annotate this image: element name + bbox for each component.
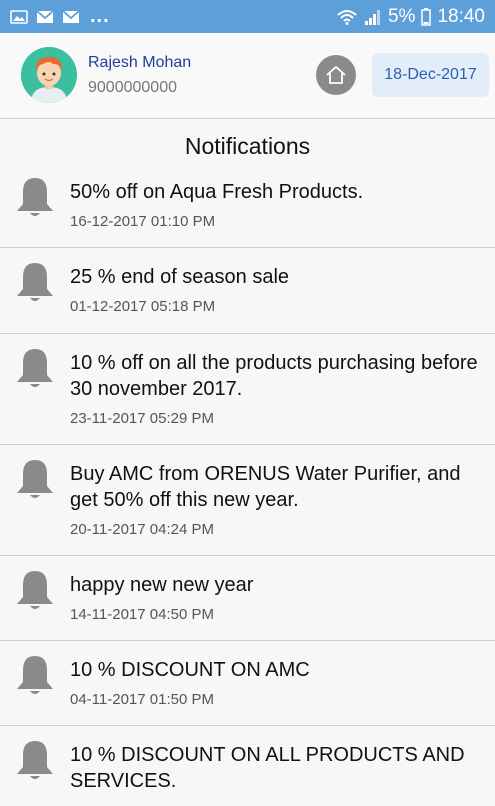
notification-item[interactable]: happy new new year 14-11-2017 04:50 PM <box>0 556 495 641</box>
notification-message: 10 % off on all the products purchasing … <box>70 352 478 400</box>
notification-list: 50% off on Aqua Fresh Products. 16-12-20… <box>0 163 495 806</box>
battery-icon <box>421 7 432 26</box>
notification-timestamp: 23-11-2017 05:29 PM <box>70 410 214 427</box>
bell-icon <box>17 571 53 609</box>
notification-item[interactable]: 25 % end of season sale 01-12-2017 05:18… <box>0 248 495 334</box>
notification-item[interactable]: 10 % DISCOUNT ON AMC 04-11-2017 01:50 PM <box>0 641 495 726</box>
notification-timestamp: 14-11-2017 04:50 PM <box>70 606 214 623</box>
image-icon <box>10 9 28 24</box>
wifi-icon <box>337 9 357 25</box>
mail-icon <box>36 9 54 23</box>
notification-timestamp: 04-11-2017 01:50 PM <box>70 691 214 708</box>
notification-item[interactable]: 50% off on Aqua Fresh Products. 16-12-20… <box>0 163 495 248</box>
more-notifications-indicator: ... <box>90 5 110 27</box>
notification-item[interactable]: Buy AMC from ORENUS Water Purifier, and … <box>0 445 495 556</box>
battery-percent: 5% <box>387 5 416 27</box>
notification-message: 25 % end of season sale <box>70 266 290 288</box>
signal-icon <box>364 9 380 25</box>
notification-message: 50% off on Aqua Fresh Products. <box>70 181 364 203</box>
notification-timestamp: 16-12-2017 01:10 PM <box>70 213 216 230</box>
user-avatar-icon <box>21 47 77 103</box>
mail-icon <box>62 9 80 23</box>
profile-header: Rajesh Mohan 9000000000 18-Dec-2017 <box>0 33 495 119</box>
user-phone: 9000000000 <box>88 79 177 96</box>
bell-icon <box>17 460 53 498</box>
page-title: Notifications <box>184 133 311 159</box>
bell-icon <box>17 263 53 301</box>
avatar[interactable] <box>21 47 77 103</box>
bell-icon <box>17 656 53 694</box>
home-button[interactable] <box>316 55 356 95</box>
bell-icon <box>17 349 53 387</box>
notification-item[interactable]: 10 % DISCOUNT ON ALL PRODUCTS AND SERVIC… <box>0 726 495 806</box>
notification-message: Buy AMC from ORENUS Water Purifier, and … <box>70 463 461 511</box>
notification-message: 10 % DISCOUNT ON ALL PRODUCTS AND SERVIC… <box>70 744 465 792</box>
bell-icon <box>17 741 53 779</box>
home-icon <box>326 65 346 84</box>
notification-item[interactable]: 10 % off on all the products purchasing … <box>0 334 495 445</box>
clock: 18:40 <box>437 5 485 27</box>
notification-icons: ... <box>10 5 110 28</box>
notification-timestamp: 20-11-2017 04:24 PM <box>70 521 214 538</box>
bell-icon <box>17 178 53 216</box>
notification-message: happy new new year <box>70 574 254 596</box>
system-icons: 5% 18:40 <box>336 6 485 28</box>
user-name: Rajesh Mohan <box>88 54 192 71</box>
notification-message: 10 % DISCOUNT ON AMC <box>70 659 310 681</box>
status-bar: ... 5% 18:40 <box>0 0 495 33</box>
date-button[interactable]: 18-Dec-2017 <box>372 53 489 97</box>
notification-timestamp: 01-12-2017 05:18 PM <box>70 298 216 315</box>
